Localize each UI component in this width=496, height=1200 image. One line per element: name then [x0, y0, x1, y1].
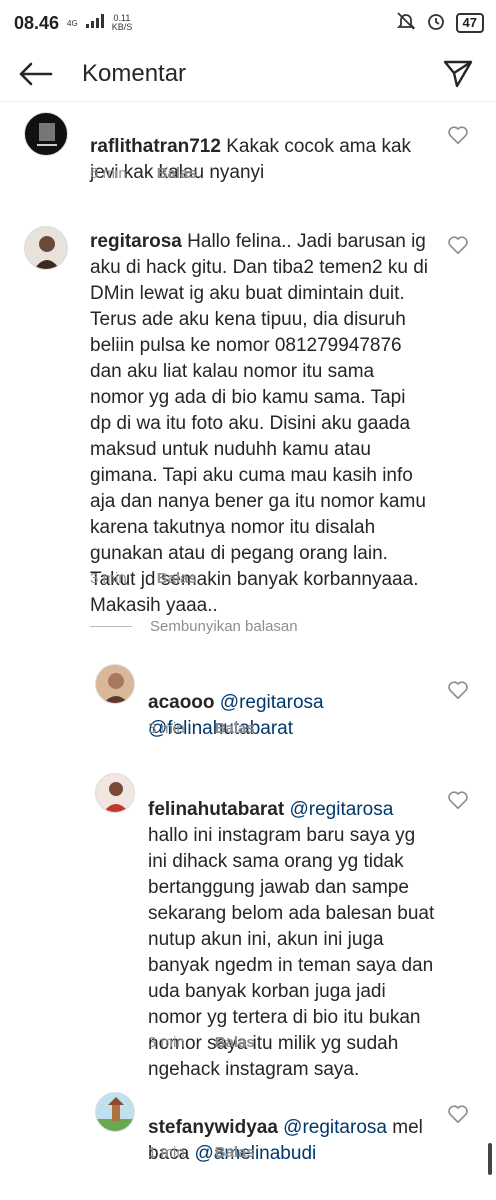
network-type: 4G: [67, 18, 78, 28]
comment-meta: 3 min Balas: [148, 720, 255, 737]
status-bar: 08.46 4G 0.11 KB/S 47: [0, 0, 496, 46]
username[interactable]: regitarosa: [90, 231, 182, 252]
alarm-icon: [426, 11, 446, 36]
speed-unit: KB/S: [111, 22, 133, 32]
direct-send-icon[interactable]: [434, 50, 482, 98]
like-heart-icon[interactable]: [447, 789, 469, 811]
battery-indicator: 47: [455, 13, 484, 33]
network-speed: 0.11 KB/S: [112, 14, 133, 32]
mention-link[interactable]: @regitarosa: [284, 799, 393, 820]
status-right: 47: [396, 11, 484, 36]
reply-button[interactable]: Balas: [157, 570, 197, 587]
reply-button[interactable]: Balas: [215, 1034, 255, 1051]
timestamp: 3 min: [148, 720, 185, 737]
avatar[interactable]: [95, 664, 135, 704]
comment-meta: 6 min Balas: [90, 165, 197, 182]
avatar[interactable]: [24, 226, 68, 270]
username[interactable]: acaooo: [148, 692, 215, 713]
signal-icon: [85, 13, 104, 33]
clock: 08.46: [14, 12, 60, 33]
notification-off-icon: [396, 11, 416, 36]
username[interactable]: raflithatran712: [90, 136, 221, 157]
timestamp: 6 min: [90, 165, 127, 182]
comment-text: regitarosa Hallo felina.. Jadi barusan i…: [90, 203, 430, 619]
timestamp: 3 min: [148, 1034, 185, 1051]
like-heart-icon[interactable]: [447, 234, 469, 256]
username[interactable]: stefanywidyaa: [148, 1117, 278, 1138]
username[interactable]: felinahutabarat: [148, 799, 284, 820]
comment-meta: 3 min Balas: [148, 1034, 255, 1051]
avatar[interactable]: [24, 112, 68, 156]
mention-link[interactable]: @regitarosa: [215, 692, 324, 713]
like-heart-icon[interactable]: [447, 124, 469, 146]
comment-meta: 3 min Balas: [90, 570, 197, 587]
scrollbar[interactable]: [488, 1143, 492, 1175]
arrow-left-icon[interactable]: [12, 50, 60, 98]
page-title: Komentar: [82, 59, 187, 87]
reply-button[interactable]: Balas: [215, 1144, 255, 1161]
reply-button[interactable]: Balas: [157, 165, 197, 182]
timestamp: 1 min: [148, 1144, 185, 1161]
reply-button[interactable]: Balas: [215, 720, 255, 737]
like-heart-icon[interactable]: [447, 679, 469, 701]
comment-body: Hallo felina.. Jadi barusan ig aku di ha…: [90, 231, 428, 616]
comment-meta: 1 min Balas: [148, 1144, 255, 1161]
mention-link[interactable]: @regitarosa: [278, 1117, 387, 1138]
avatar[interactable]: [95, 773, 135, 813]
hide-replies-label: Sembunyikan balasan: [150, 618, 298, 635]
status-left: 08.46 4G 0.11 KB/S: [14, 13, 132, 34]
hide-replies-button[interactable]: Sembunyikan balasan: [90, 618, 298, 635]
app-bar: Komentar: [0, 46, 496, 102]
like-heart-icon[interactable]: [447, 1103, 469, 1125]
timestamp: 3 min: [90, 570, 127, 587]
avatar[interactable]: [95, 1092, 135, 1132]
divider: [90, 626, 132, 627]
